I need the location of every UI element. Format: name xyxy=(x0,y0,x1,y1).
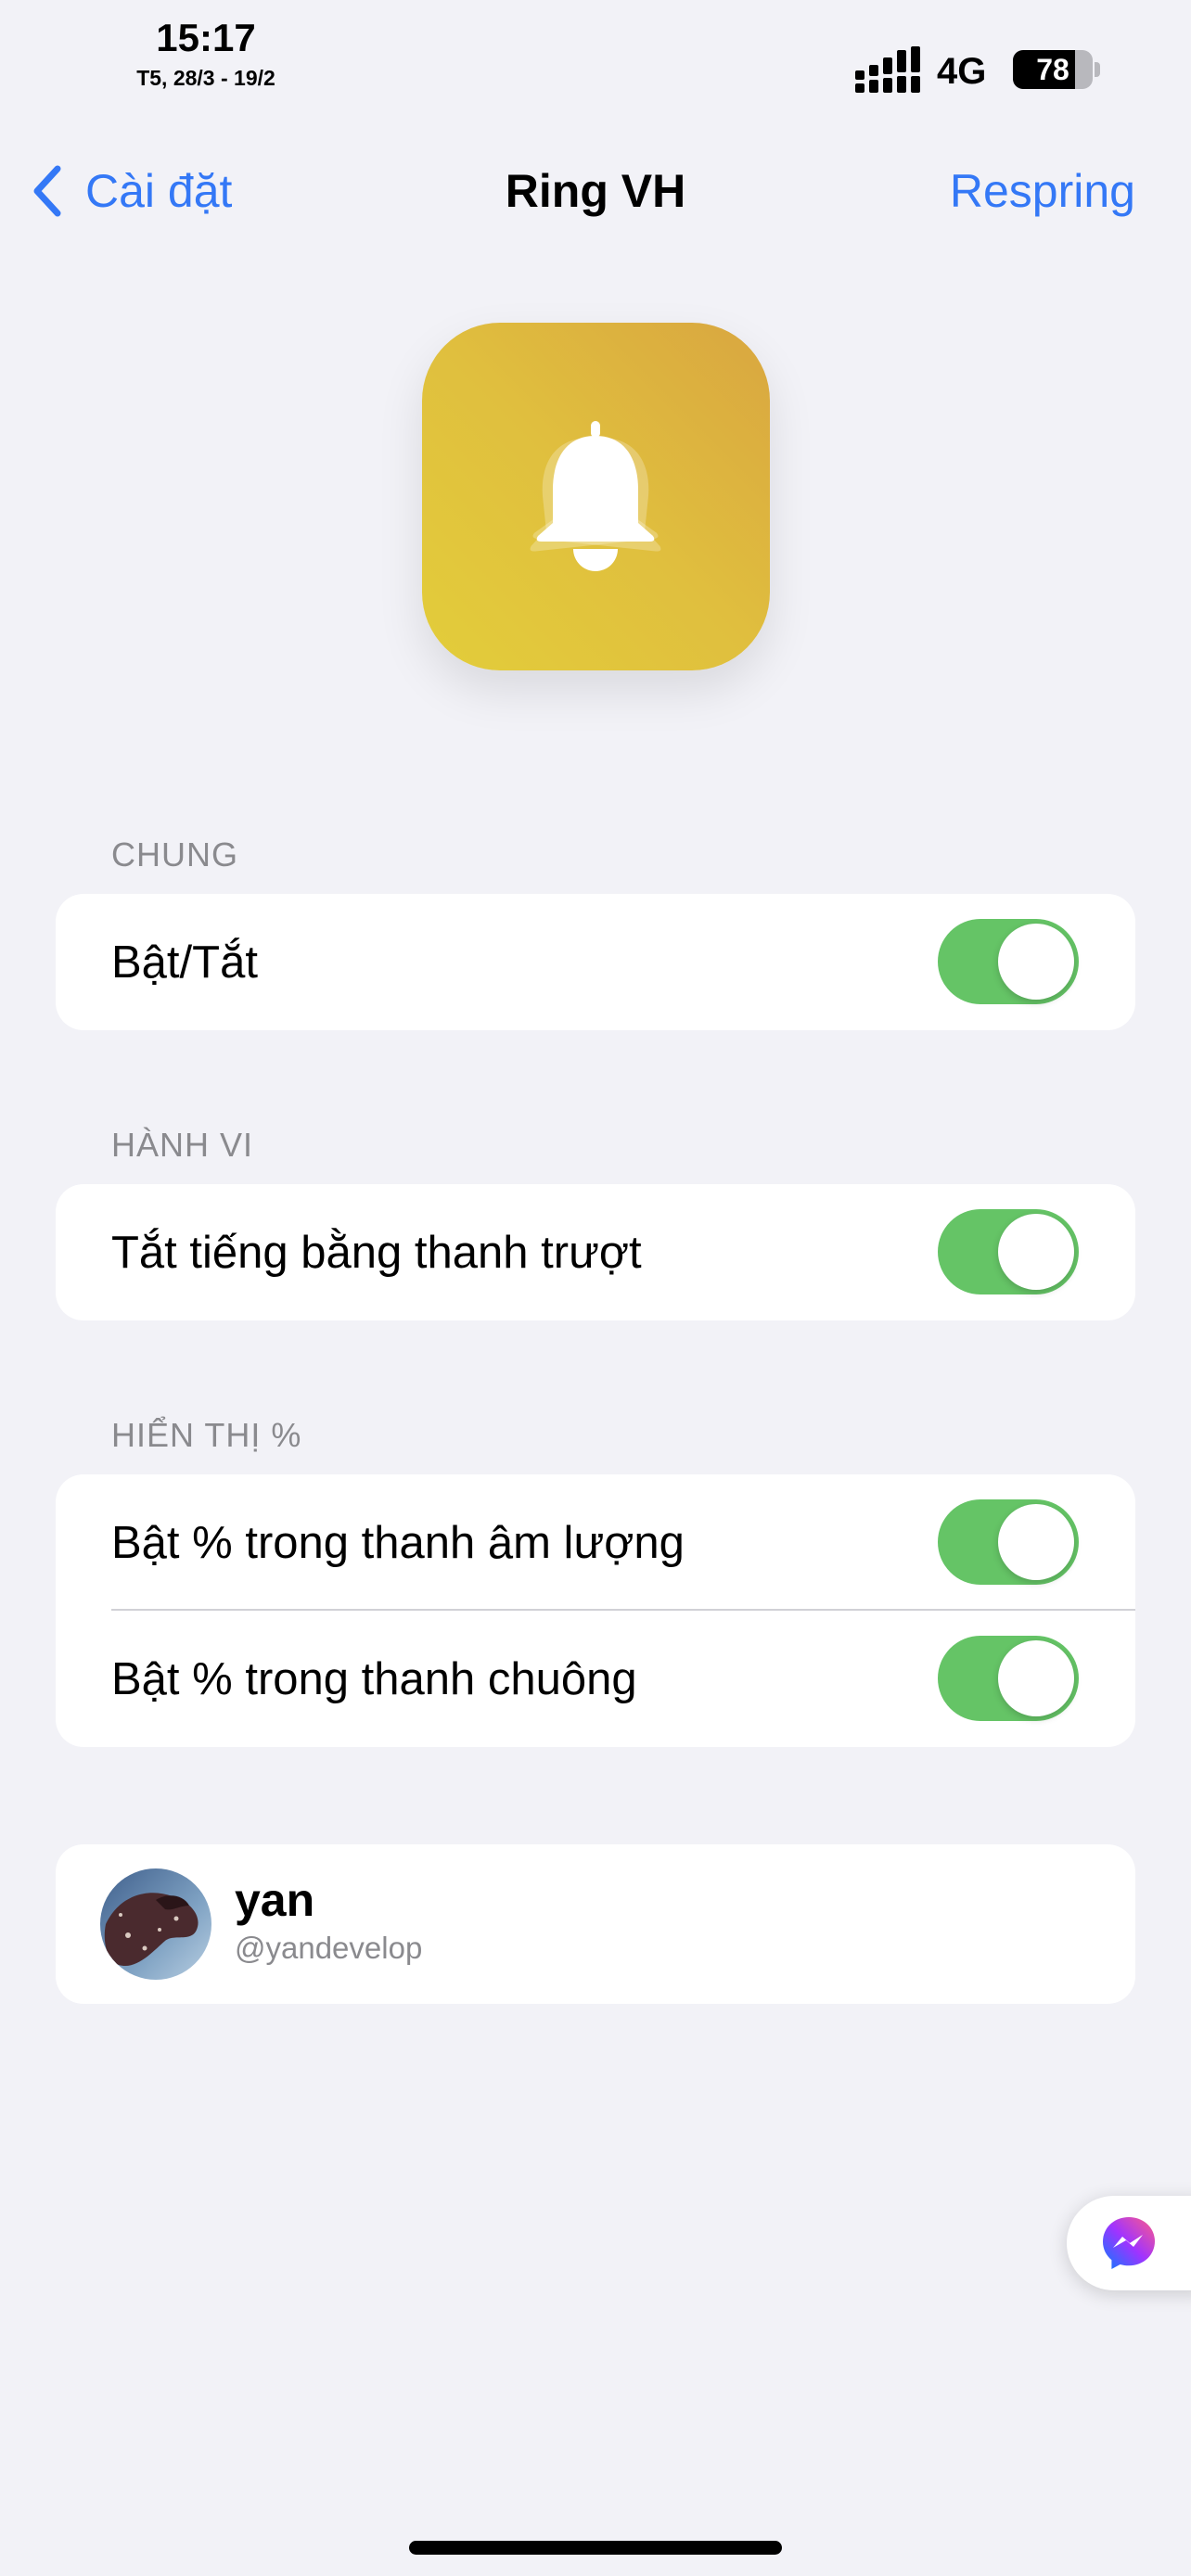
back-button-label: Cài đặt xyxy=(85,165,233,217)
settings-group-behavior: Tắt tiếng bằng thanh trượt xyxy=(56,1184,1135,1320)
home-indicator[interactable] xyxy=(409,2541,782,2555)
status-date: T5, 28/3 - 19/2 xyxy=(136,66,275,90)
section-header-display: HIỂN THỊ % xyxy=(111,1416,302,1454)
ringer-percent-toggle[interactable] xyxy=(938,1636,1079,1721)
section-header-behavior: HÀNH VI xyxy=(111,1126,254,1164)
avatar xyxy=(100,1868,211,1980)
toggle-row-volume-percent[interactable]: Bật % trong thanh âm lượng xyxy=(56,1474,1135,1611)
back-button[interactable]: Cài đặt xyxy=(30,158,232,224)
bell-icon xyxy=(530,421,661,571)
status-time: 15:17 xyxy=(156,16,256,59)
battery-percentage: 78 xyxy=(1036,53,1069,86)
toggle-row-ringer-percent[interactable]: Bật % trong thanh chuông xyxy=(56,1611,1135,1747)
battery-indicator: 78 xyxy=(1013,50,1100,89)
row-label: Tắt tiếng bằng thanh trượt xyxy=(111,1227,642,1278)
row-label: Bật/Tắt xyxy=(111,937,258,988)
section-header-general: CHUNG xyxy=(111,835,238,874)
floating-chat-button[interactable] xyxy=(1067,2196,1191,2290)
settings-group-display: Bật % trong thanh âm lượng Bật % trong t… xyxy=(56,1474,1135,1747)
app-icon xyxy=(422,323,770,670)
cellular-signal-icon xyxy=(855,46,920,93)
developer-name: yan xyxy=(235,1874,315,1926)
enable-toggle[interactable] xyxy=(938,919,1079,1004)
page-title: Ring VH xyxy=(505,165,686,217)
respring-button[interactable]: Respring xyxy=(950,158,1135,224)
settings-group-general: Bật/Tắt xyxy=(56,894,1135,1030)
messenger-icon xyxy=(1103,2217,1155,2269)
mute-slider-toggle[interactable] xyxy=(938,1209,1079,1294)
chevron-left-icon xyxy=(33,165,61,217)
developer-handle: @yandevelop xyxy=(235,1931,423,1965)
toggle-row-enable[interactable]: Bật/Tắt xyxy=(56,894,1135,1030)
row-label: Bật % trong thanh âm lượng xyxy=(111,1517,685,1568)
network-type: 4G xyxy=(937,51,987,92)
developer-credit-row[interactable]: yan @yandevelop xyxy=(56,1844,1135,2004)
volume-percent-toggle[interactable] xyxy=(938,1499,1079,1585)
toggle-row-mute-slider[interactable]: Tắt tiếng bằng thanh trượt xyxy=(56,1184,1135,1320)
row-label: Bật % trong thanh chuông xyxy=(111,1653,637,1704)
